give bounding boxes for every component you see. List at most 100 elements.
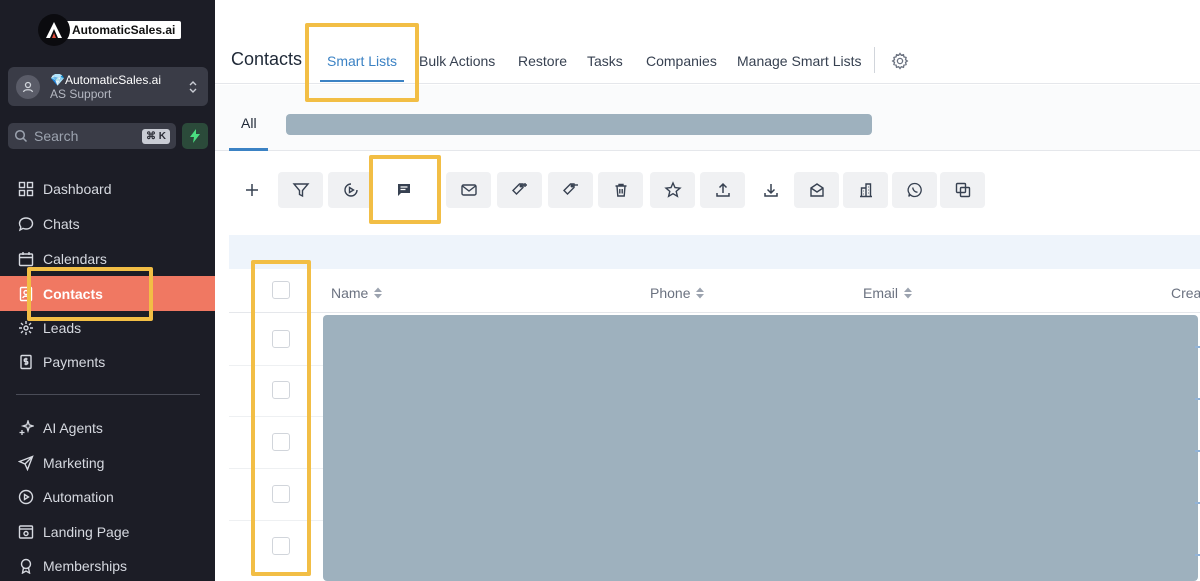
tab-separator: [874, 47, 875, 73]
account-avatar-icon: [16, 74, 40, 99]
gear-icon[interactable]: [891, 52, 909, 70]
brand-name: AutomaticSales.ai: [64, 21, 182, 39]
merge-contacts-button[interactable]: [940, 172, 985, 208]
account-name: 💎AutomaticSales.ai: [50, 72, 161, 87]
column-label: Phone: [650, 285, 691, 301]
membership-icon: [17, 557, 35, 575]
sidebar-item-label: AI Agents: [43, 419, 103, 436]
redacted-table-rows: [323, 315, 1198, 581]
table-header: Name Phone Email Creat: [229, 269, 1200, 313]
star-button[interactable]: [650, 172, 695, 208]
send-icon: [17, 454, 35, 472]
sidebar-search[interactable]: Search ⌘ K: [8, 123, 176, 149]
mail-open-icon: [809, 183, 824, 197]
sidebar-item-label: Leads: [43, 319, 82, 336]
sidebar-item-memberships[interactable]: Memberships: [0, 548, 215, 581]
highlight-checkbox-column: [251, 260, 311, 576]
sidebar-item-label: Calendars: [43, 250, 107, 267]
tag-remove-icon: [562, 183, 578, 195]
sidebar-item-dashboard[interactable]: Dashboard: [0, 171, 215, 206]
brand-logo[interactable]: AutomaticSales.ai: [38, 14, 182, 46]
sidebar-item-label: Landing Page: [43, 523, 130, 540]
payments-icon: [17, 353, 35, 371]
sidebar-item-landing-page[interactable]: Landing Page: [0, 514, 215, 549]
chevron-updown-icon: [189, 80, 197, 93]
import-button[interactable]: [700, 172, 745, 208]
truncated-date-link[interactable]: [1195, 554, 1200, 556]
download-icon: [763, 184, 778, 197]
tab-all[interactable]: All: [241, 115, 257, 131]
plus-icon: [245, 184, 258, 196]
calendar-icon: [17, 250, 35, 268]
account-subtitle: AS Support: [50, 86, 112, 101]
sidebar-item-label: Chats: [43, 215, 80, 232]
star-icon: [663, 181, 682, 198]
sidebar-item-label: Dashboard: [43, 180, 112, 197]
filter-icon: [291, 183, 310, 198]
account-switcher[interactable]: 💎AutomaticSales.ai AS Support: [8, 67, 208, 106]
column-label: Creat: [1171, 285, 1200, 301]
sidebar-divider: [16, 394, 200, 395]
dashboard-icon: [17, 180, 35, 198]
whatsapp-icon: [907, 182, 922, 198]
column-header-created[interactable]: Creat: [1171, 285, 1200, 301]
sort-icon: [696, 287, 705, 299]
lightning-icon: [190, 129, 200, 143]
column-header-phone[interactable]: Phone: [650, 285, 705, 301]
sidebar-item-label: Payments: [43, 353, 106, 370]
tag-add-icon: [511, 183, 527, 195]
truncated-date-link[interactable]: [1195, 450, 1200, 452]
page-title: Contacts: [231, 49, 303, 69]
sidebar-item-payments[interactable]: Payments: [0, 344, 215, 379]
search-label: Search: [34, 128, 79, 144]
trash-icon: [615, 183, 626, 197]
export-button[interactable]: [748, 172, 793, 208]
upload-icon: [715, 182, 730, 197]
sidebar-item-label: Memberships: [43, 557, 128, 574]
add-contact-button[interactable]: [229, 172, 274, 208]
search-shortcut: ⌘ K: [142, 128, 170, 144]
tab-restore[interactable]: Restore: [518, 53, 567, 69]
sidebar-item-ai-agents[interactable]: AI Agents: [0, 410, 215, 445]
sidebar-item-automation[interactable]: Automation: [0, 479, 215, 514]
quick-action-button[interactable]: [182, 123, 208, 149]
send-email-button[interactable]: [446, 172, 491, 208]
filter-button[interactable]: [278, 172, 323, 208]
search-icon: [14, 129, 28, 143]
add-to-workflow-button[interactable]: [328, 172, 373, 208]
sidebar-item-label: Marketing: [43, 454, 105, 471]
leads-icon: [17, 319, 35, 337]
column-header-name[interactable]: Name: [331, 285, 383, 301]
email-verify-button[interactable]: [794, 172, 839, 208]
column-header-email[interactable]: Email: [863, 285, 913, 301]
tab-manage-smart-lists[interactable]: Manage Smart Lists: [737, 53, 862, 69]
truncated-date-link[interactable]: [1195, 398, 1200, 400]
tab-bulk-actions[interactable]: Bulk Actions: [419, 53, 495, 69]
column-label: Name: [331, 285, 369, 301]
tab-companies[interactable]: Companies: [646, 53, 717, 69]
add-to-company-button[interactable]: [843, 172, 888, 208]
tab-tasks[interactable]: Tasks: [587, 53, 623, 69]
building-icon: [859, 183, 872, 198]
sparkle-icon: [17, 419, 35, 437]
highlight-contacts: [27, 267, 153, 321]
play-icon: [343, 183, 358, 197]
add-tag-button[interactable]: [497, 172, 542, 208]
sidebar-item-label: Automation: [43, 488, 114, 505]
sort-icon: [904, 287, 913, 299]
sidebar-item-chats[interactable]: Chats: [0, 206, 215, 241]
highlight-sms-button: [369, 155, 441, 224]
whatsapp-button[interactable]: [892, 172, 937, 208]
delete-button[interactable]: [598, 172, 643, 208]
sidebar-item-marketing[interactable]: Marketing: [0, 445, 215, 480]
automation-icon: [17, 488, 35, 506]
highlight-smart-lists: [305, 23, 419, 102]
tab-all-indicator: [229, 148, 268, 151]
remove-tag-button[interactable]: [548, 172, 593, 208]
redacted-area: [286, 114, 872, 135]
selection-banner: [229, 235, 1200, 269]
merge-icon: [955, 182, 970, 198]
truncated-date-link[interactable]: [1195, 346, 1200, 348]
truncated-date-link[interactable]: [1195, 502, 1200, 504]
logo-mark-icon: [38, 14, 70, 46]
